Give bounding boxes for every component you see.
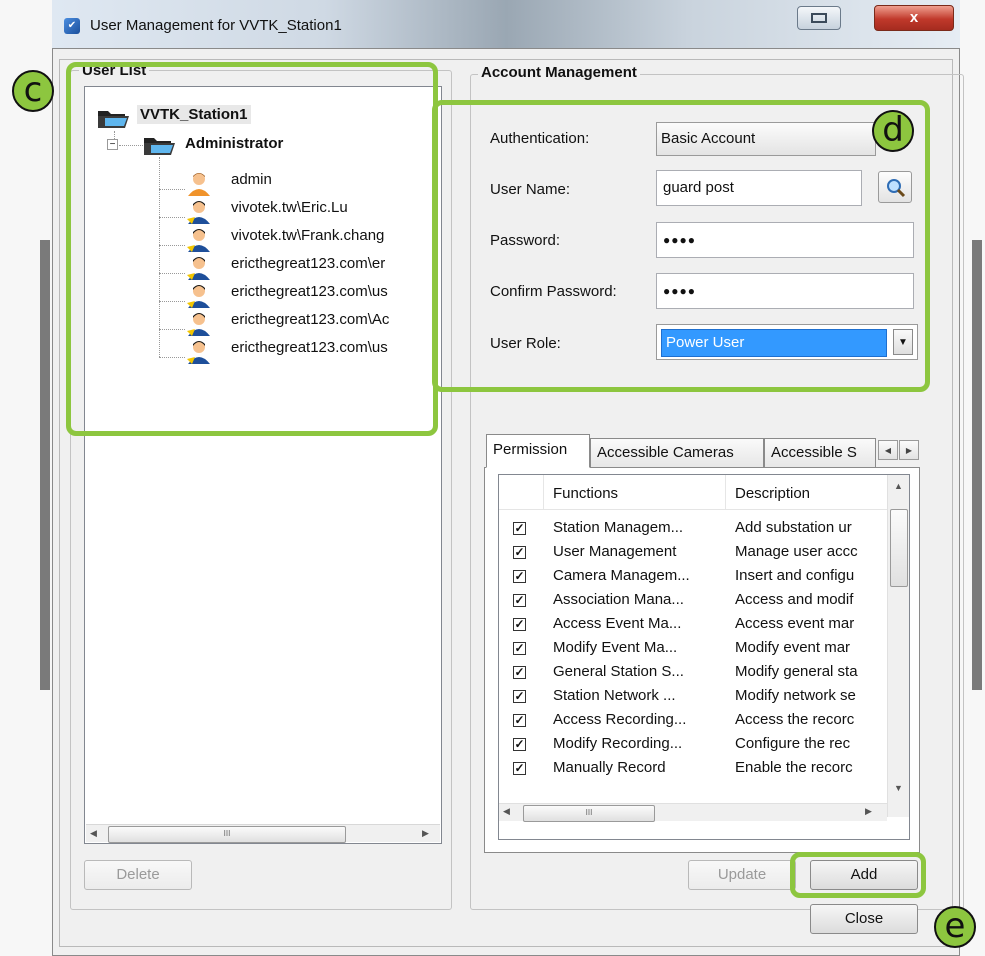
permission-list[interactable]: Functions Description ✓ Station Managem..… <box>498 474 910 840</box>
permission-row[interactable]: ✓ Station Network ... Modify network se <box>499 685 887 709</box>
permission-function: Access Event Ma... <box>553 615 682 632</box>
scroll-down-arrow-icon[interactable]: ▼ <box>894 783 903 793</box>
permission-description: Modify event mar <box>735 639 851 656</box>
permission-function: Camera Managem... <box>553 567 690 584</box>
permission-row[interactable]: ✓ Manually Record Enable the recorc <box>499 757 887 779</box>
tree-horizontal-scrollbar[interactable]: ◀ III ▶ <box>86 824 440 843</box>
permission-description: Access and modif <box>735 591 854 608</box>
permission-checkbox[interactable]: ✓ <box>513 642 526 655</box>
callout-c-frame <box>66 62 438 436</box>
permission-description: Manage user accc <box>735 543 858 560</box>
permission-function: Access Recording... <box>553 711 687 728</box>
permission-checkbox[interactable]: ✓ <box>513 546 526 559</box>
list-header: Functions Description <box>499 475 887 510</box>
title-bar[interactable]: ✔ User Management for VVTK_Station1 x <box>52 0 960 48</box>
scroll-thumb[interactable]: III <box>108 826 346 843</box>
app-shield-icon: ✔ <box>64 18 80 34</box>
callout-d-badge: d <box>872 110 914 152</box>
thumb-grip: III <box>585 808 593 817</box>
permission-checkbox[interactable]: ✓ <box>513 714 526 727</box>
permission-checkbox[interactable]: ✓ <box>513 594 526 607</box>
background-edge-right <box>972 240 982 690</box>
permission-row[interactable]: ✓ General Station S... Modify general sta <box>499 661 887 685</box>
scroll-thumb[interactable] <box>890 509 908 587</box>
permission-row[interactable]: ✓ Modify Recording... Configure the rec <box>499 733 887 757</box>
delete-button[interactable]: Delete <box>84 860 192 890</box>
thumb-grip: III <box>223 829 231 838</box>
callout-e-badge: e <box>934 906 976 948</box>
scroll-left-arrow-icon[interactable]: ◀ <box>503 806 510 817</box>
tab-scroll-left-icon[interactable]: ◀ <box>878 440 898 460</box>
permission-checkbox[interactable]: ✓ <box>513 522 526 535</box>
permission-function: Modify Event Ma... <box>553 639 678 656</box>
permission-description: Modify general sta <box>735 663 858 680</box>
permission-checkbox[interactable]: ✓ <box>513 618 526 631</box>
list-horizontal-scrollbar[interactable]: ◀ III ▶ <box>499 803 887 822</box>
window-title: User Management for VVTK_Station1 <box>90 17 342 34</box>
header-divider <box>543 475 544 509</box>
scroll-up-arrow-icon[interactable]: ▲ <box>894 481 903 491</box>
callout-e-frame <box>790 852 926 898</box>
permission-checkbox[interactable]: ✓ <box>513 690 526 703</box>
permission-row[interactable]: ✓ Station Managem... Add substation ur <box>499 517 887 541</box>
permission-row[interactable]: ✓ Modify Event Ma... Modify event mar <box>499 637 887 661</box>
close-button[interactable]: Close <box>810 904 918 934</box>
callout-d-frame <box>432 100 930 392</box>
permission-checkbox[interactable]: ✓ <box>513 570 526 583</box>
scroll-right-arrow-icon[interactable]: ▶ <box>422 828 429 839</box>
permission-row[interactable]: ✓ Camera Managem... Insert and configu <box>499 565 887 589</box>
tab-scroll-right-icon[interactable]: ▶ <box>899 440 919 460</box>
permission-function: Station Managem... <box>553 519 684 536</box>
permission-function: User Management <box>553 543 677 560</box>
permission-function: Station Network ... <box>553 687 676 704</box>
permission-description: Insert and configu <box>735 567 855 584</box>
permission-function: Modify Recording... <box>553 735 683 752</box>
restore-button[interactable] <box>797 6 841 30</box>
permission-description: Enable the recorc <box>735 759 853 776</box>
permission-row[interactable]: ✓ Association Mana... Access and modif <box>499 589 887 613</box>
permission-row[interactable]: ✓ Access Event Ma... Access event mar <box>499 613 887 637</box>
permission-description: Access event mar <box>735 615 855 632</box>
tab-permission[interactable]: Permission <box>486 434 590 468</box>
scroll-left-arrow-icon[interactable]: ◀ <box>90 828 97 839</box>
scroll-thumb[interactable]: III <box>523 805 655 822</box>
permission-function: Association Mana... <box>553 591 684 608</box>
callout-c-badge: c <box>12 70 54 112</box>
permission-description: Modify network se <box>735 687 856 704</box>
permission-row[interactable]: ✓ User Management Manage user accc <box>499 541 887 565</box>
permission-function: Manually Record <box>553 759 666 776</box>
permission-checkbox[interactable]: ✓ <box>513 738 526 751</box>
scroll-right-arrow-icon[interactable]: ▶ <box>865 806 872 817</box>
column-header-functions[interactable]: Functions <box>553 485 618 502</box>
column-header-description[interactable]: Description <box>735 485 810 502</box>
background-edge-left <box>40 240 50 690</box>
permission-row[interactable]: ✓ Access Recording... Access the recorc <box>499 709 887 733</box>
restore-icon <box>811 13 827 23</box>
account-management-label: Account Management <box>478 64 640 81</box>
permission-description: Configure the rec <box>735 735 851 752</box>
list-vertical-scrollbar[interactable]: ▲ ▼ <box>887 475 909 817</box>
permission-checkbox[interactable]: ✓ <box>513 666 526 679</box>
header-divider <box>725 475 726 509</box>
permission-function: General Station S... <box>553 663 684 680</box>
update-button[interactable]: Update <box>688 860 796 890</box>
permission-description: Access the recorc <box>735 711 855 728</box>
permission-description: Add substation ur <box>735 519 852 536</box>
window-close-button[interactable]: x <box>874 5 954 31</box>
tab-accessible-cameras[interactable]: Accessible Cameras <box>590 438 764 468</box>
tab-accessible-s[interactable]: Accessible S <box>764 438 876 468</box>
permission-checkbox[interactable]: ✓ <box>513 762 526 775</box>
